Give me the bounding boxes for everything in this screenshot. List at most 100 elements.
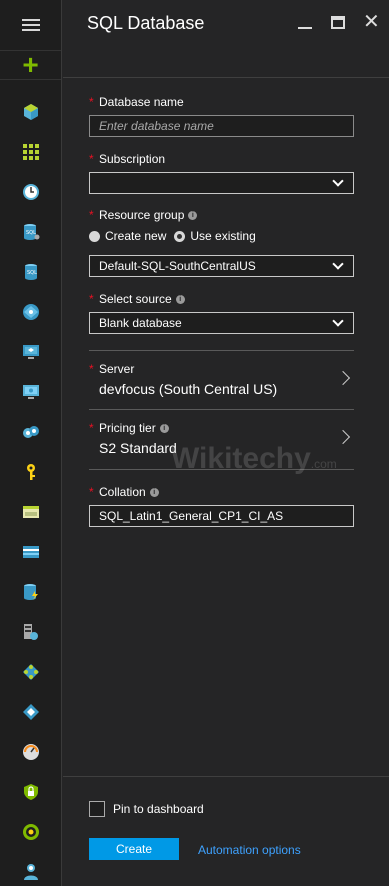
lock-shield-icon: [24, 784, 38, 800]
database-name-label: Database name: [99, 95, 184, 109]
collation-value: SQL_Latin1_General_CP1_CI_AS: [99, 509, 284, 523]
automation-options-link[interactable]: Automation options: [198, 843, 301, 857]
rail-item-circle[interactable]: [0, 812, 62, 852]
rail-item-network[interactable]: [0, 652, 62, 692]
svg-text:SQL: SQL: [26, 230, 36, 236]
pin-checkbox[interactable]: [89, 801, 105, 817]
rail-item-database-lightning[interactable]: [0, 572, 62, 612]
window-controls: ✕: [297, 12, 380, 32]
select-source-group: * Select source i Blank database: [89, 291, 354, 334]
radio-label: Use existing: [190, 229, 256, 243]
radio-button-selected: [174, 230, 186, 242]
cube-icon: [24, 104, 38, 120]
globe-icon: [23, 304, 39, 320]
rail-item-diamond[interactable]: [0, 692, 62, 732]
radio-create-new[interactable]: Create new: [89, 229, 166, 243]
rail-item-key[interactable]: [0, 452, 62, 492]
resource-group-group: * Resource group i Create new Use existi…: [89, 207, 354, 277]
select-source-select[interactable]: Blank database: [89, 312, 354, 334]
chevron-down-icon: [332, 315, 344, 327]
create-button[interactable]: Create: [89, 838, 179, 860]
rail-item-user[interactable]: [0, 852, 62, 886]
rail-item-cloud-services[interactable]: [0, 412, 62, 452]
select-source-value: Blank database: [99, 316, 182, 330]
rail-item-card[interactable]: [0, 492, 62, 532]
maximize-icon[interactable]: [331, 16, 345, 29]
collation-input[interactable]: SQL_Latin1_General_CP1_CI_AS: [89, 505, 354, 527]
pin-label: Pin to dashboard: [113, 802, 204, 816]
blade-footer: Pin to dashboard Create Automation optio…: [63, 776, 389, 886]
info-icon[interactable]: i: [188, 210, 198, 220]
blade-header: SQL Database ✕: [63, 0, 389, 78]
server-label: Server: [99, 362, 135, 376]
clock-icon: [23, 184, 39, 200]
chevron-down-icon: [332, 258, 344, 270]
hamburger-icon: [21, 19, 40, 31]
database-name-placeholder: Enter database name: [99, 119, 214, 133]
svg-text:SQL: SQL: [27, 270, 37, 276]
rail-item-storage[interactable]: [0, 532, 62, 572]
subscription-select[interactable]: [89, 172, 354, 194]
rail-item-clock[interactable]: [0, 172, 62, 212]
server-cloud-icon: [24, 624, 38, 640]
server-blade-link[interactable]: * Server devfocus (South Central US): [89, 350, 354, 410]
required-mark: *: [89, 95, 94, 109]
collation-group: * Collation i SQL_Latin1_General_CP1_CI_…: [89, 484, 354, 527]
user-icon: [24, 864, 38, 880]
info-icon[interactable]: i: [149, 487, 159, 497]
database-lightning-icon: [24, 584, 38, 600]
rail-item-monitor[interactable]: [0, 332, 62, 372]
radio-label: Create new: [105, 229, 167, 243]
radio-use-existing[interactable]: Use existing: [174, 229, 256, 243]
collation-label: Collation: [99, 485, 146, 499]
rail-item-lock-shield[interactable]: [0, 772, 62, 812]
rail-item-server-cloud[interactable]: [0, 612, 62, 652]
new-button[interactable]: +: [0, 50, 61, 80]
rail-item-gauge[interactable]: [0, 732, 62, 772]
required-mark: *: [89, 208, 94, 222]
rail-item-globe[interactable]: [0, 292, 62, 332]
database-name-group: * Database name Enter database name: [89, 94, 354, 137]
resource-group-value: Default-SQL-SouthCentralUS: [99, 259, 256, 273]
storage-icon: [23, 546, 39, 558]
sql-server-icon: SQL: [25, 264, 37, 280]
required-mark: *: [89, 152, 94, 166]
watermark-text: Wikitechy: [171, 442, 311, 475]
rail-item-sql-databases[interactable]: SQL: [0, 212, 62, 252]
card-icon: [23, 506, 39, 518]
database-name-input[interactable]: Enter database name: [89, 115, 354, 137]
resource-group-radios: Create new Use existing: [89, 228, 354, 244]
minimize-icon[interactable]: [297, 14, 313, 30]
sql-database-blade: SQL Database ✕ * Database name Enter dat…: [63, 0, 389, 886]
gauge-icon: [23, 744, 39, 760]
key-icon: [27, 464, 35, 480]
radio-button: [89, 230, 100, 242]
circle-icon: [23, 824, 39, 840]
rail-item-cube[interactable]: [0, 92, 62, 132]
left-rail: + SQL SQL: [0, 0, 62, 886]
resource-group-select[interactable]: Default-SQL-SouthCentralUS: [89, 255, 354, 277]
diamond-icon: [23, 704, 39, 720]
rail-item-virtual-machine[interactable]: [0, 372, 62, 412]
required-mark: *: [89, 421, 94, 435]
resource-group-label: Resource group: [99, 208, 185, 222]
subscription-label: Subscription: [99, 152, 166, 166]
grid-icon: [23, 144, 39, 160]
info-icon[interactable]: i: [175, 294, 185, 304]
server-value: devfocus (South Central US): [99, 381, 278, 397]
monitor-icon: [23, 345, 39, 359]
required-mark: *: [89, 485, 94, 499]
watermark-suffix: .com: [310, 457, 337, 471]
subscription-group: * Subscription: [89, 151, 354, 194]
rail-item-grid[interactable]: [0, 132, 62, 172]
sql-databases-icon: SQL: [24, 224, 40, 240]
menu-button[interactable]: [0, 0, 61, 50]
virtual-machine-icon: [23, 385, 39, 399]
watermark: Wikitechy.com: [171, 442, 337, 476]
info-icon[interactable]: i: [159, 423, 169, 433]
rail-item-sql-server[interactable]: SQL: [0, 252, 62, 292]
plus-icon: +: [22, 49, 39, 80]
close-icon[interactable]: ✕: [363, 12, 380, 32]
pin-to-dashboard[interactable]: Pin to dashboard: [89, 801, 204, 817]
network-icon: [23, 664, 39, 680]
